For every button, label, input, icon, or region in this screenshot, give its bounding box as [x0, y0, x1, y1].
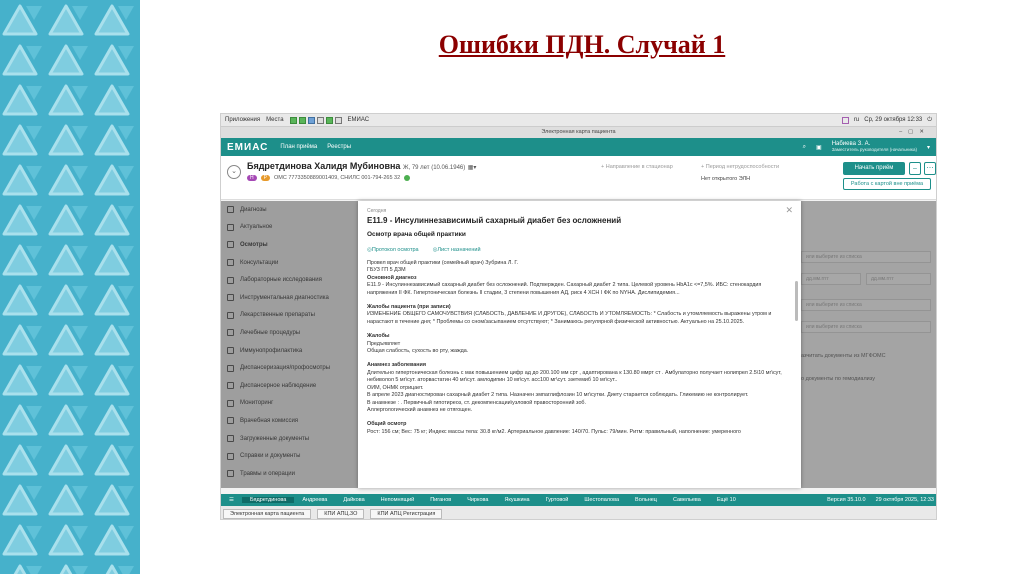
- window-controls[interactable]: –▢✕: [899, 127, 930, 138]
- chevron-down-icon[interactable]: ▾: [927, 144, 930, 151]
- taskbar-window[interactable]: КПИ АПЦ.3О: [317, 508, 365, 519]
- patient-tab[interactable]: Дайкова: [335, 497, 372, 503]
- patient-tab[interactable]: Непомнящий: [373, 497, 423, 503]
- referral-link[interactable]: + Направление в стационар: [601, 164, 673, 170]
- patient-tab[interactable]: Бядретдинова: [241, 497, 295, 503]
- os-top-bar: Приложения Места ЕМИАС ru Ср, 29 октября…: [221, 114, 936, 127]
- user-role: Заместитель руководителя (начальника): [831, 146, 917, 152]
- app-header: ЕМИАС План приёма Реестры ⌕ ▣ Набиева З.…: [221, 138, 936, 156]
- complaints-text: ИЗМЕНЕНИЕ ОБЩЕГО САМОЧУВСТВИЯ (СЛАБОСТЬ,…: [367, 311, 772, 325]
- disability-block: + Период нетрудоспособности Нет открытог…: [701, 164, 779, 182]
- patient-meta: Н Р ОМС 7773350889001409, СНИЛС 001-794-…: [247, 175, 476, 181]
- collapse-patient-button[interactable]: ⌄: [227, 165, 241, 179]
- patient-header: ⌄ Бядретдинова Халидя Мубиновна Ж, 79 ле…: [221, 156, 936, 200]
- os-menu-places[interactable]: Места: [266, 117, 283, 123]
- app-version: Версия 35.10.0: [827, 497, 866, 503]
- anamnesis-line: В анамнезе : . Первичный гипотиреоз, ст.…: [367, 399, 587, 406]
- nav-appointment-plan[interactable]: План приёма: [280, 144, 317, 150]
- patient-tab[interactable]: Савельева: [665, 497, 709, 503]
- os-app-name[interactable]: ЕМИАС: [348, 117, 370, 123]
- doctor-line: Провел врач общей практики (семейный вра…: [367, 260, 519, 266]
- start-appointment-button[interactable]: Начать приём: [843, 162, 905, 175]
- anamnesis-line: ОИМ, ОНМК отрицает.: [367, 384, 424, 391]
- examination-modal: ✕ Сегодня E11.9 - Инсулиннезависимый сах…: [358, 201, 801, 488]
- modal-links: Протокол осмотра Лист назначений: [367, 247, 792, 253]
- complaints2-heading: Жалобы: [367, 333, 390, 340]
- os-datetime: Ср, 29 октября 12:33: [864, 117, 923, 123]
- patient-policy: ОМС 7773350889001409, СНИЛС 001-794-265 …: [273, 175, 401, 181]
- power-icon[interactable]: ⏻: [927, 117, 932, 124]
- triangle-pattern: [0, 0, 140, 574]
- work-outside-appointment-button[interactable]: Работа с картой вне приёма: [843, 178, 931, 190]
- close-icon[interactable]: ✕: [785, 205, 793, 216]
- briefcase-icon[interactable]: ▣: [816, 144, 822, 151]
- modal-diagnosis: E11.9 - Инсулиннезависимый сахарный диаб…: [367, 216, 622, 225]
- nav-registers[interactable]: Реестры: [327, 144, 351, 150]
- window-titlebar: Электронная карта пациента –▢✕: [221, 127, 936, 138]
- locale-indicator[interactable]: ru: [854, 117, 859, 123]
- patient-tab[interactable]: Андреева: [294, 497, 335, 503]
- app-datetime: 29 октября 2025, 12:33: [875, 497, 934, 503]
- main-content: Диагнозы Актуальное Осмотры Консультации…: [221, 201, 936, 488]
- patient-tag: Н: [247, 175, 257, 181]
- emias-logo: ЕМИАС: [227, 141, 269, 153]
- user-menu[interactable]: Набиева З. А. Заместитель руководителя (…: [832, 141, 917, 153]
- taskbar-window[interactable]: Электронная карта пациента: [223, 508, 312, 519]
- search-icon[interactable]: ⌕: [803, 144, 806, 151]
- os-menu-apps[interactable]: Приложения: [225, 117, 260, 123]
- patient-tab[interactable]: Вольнец: [627, 497, 665, 503]
- anamnesis-text: Длительно гипертоническая болезнь с мак …: [367, 369, 782, 384]
- anamnesis-heading: Анамнез заболевания: [367, 362, 426, 369]
- anamnesis-line: В апреле 2023 диагностирован сахарный ди…: [367, 392, 749, 399]
- disability-status: Нет открытого ЭЛН: [701, 176, 751, 182]
- decorative-triangle-band: [0, 0, 140, 574]
- keyboard-icon[interactable]: [841, 116, 849, 124]
- qr-icon[interactable]: ▦▾: [468, 165, 477, 171]
- exam-heading: Общий осмотр: [367, 421, 407, 428]
- orders-link[interactable]: Лист назначений: [433, 247, 480, 253]
- main-diagnosis-text: E11.9 - Инсулиннезависимый сахарный диаб…: [367, 282, 762, 296]
- minimize-button[interactable]: –: [909, 162, 921, 175]
- complaints2-line: Общая слабость, сухость во рту, жажда.: [367, 348, 469, 355]
- menu-icon[interactable]: ☰: [221, 497, 242, 503]
- taskbar-window[interactable]: КПИ АПЦ Регистрация: [370, 508, 443, 519]
- more-tabs[interactable]: Ещё 10: [709, 497, 744, 503]
- emias-screenshot: Приложения Места ЕМИАС ru Ср, 29 октября…: [220, 113, 937, 520]
- complaints2-line: Предъявляет: [367, 340, 401, 347]
- patient-tabs-bar: ☰ Бядретдинова Андреева Дайкова Непомнящ…: [221, 494, 936, 506]
- more-button[interactable]: ⋯: [924, 162, 936, 175]
- patient-tab[interactable]: Чиркова: [459, 497, 496, 503]
- modal-subtitle: Осмотр врача общей практики: [367, 231, 466, 238]
- complaints-heading: Жалобы пациента (при записи): [367, 304, 451, 311]
- modal-body: Провел врач общей практики (семейный вра…: [367, 260, 792, 436]
- patient-name-line: Бядретдинова Халидя Мубиновна Ж, 79 лет …: [247, 161, 476, 171]
- verified-icon: [404, 175, 411, 181]
- patient-tag: Р: [260, 175, 270, 181]
- window-title: Электронная карта пациента: [541, 129, 616, 135]
- patient-tab[interactable]: Якушкина: [496, 497, 537, 503]
- os-launcher-icons[interactable]: [289, 116, 342, 124]
- disability-link[interactable]: + Период нетрудоспособности: [701, 164, 779, 170]
- patient-tab[interactable]: Шестопалова: [576, 497, 627, 503]
- slide-title: Ошибки ПДН. Случай 1: [438, 30, 726, 59]
- modal-scrollbar[interactable]: [795, 281, 798, 321]
- anamnesis-line: Аллергологический анамнез не отягощен.: [367, 406, 473, 413]
- modal-date: Сегодня: [367, 208, 387, 214]
- patient-tab[interactable]: Пиганов: [422, 497, 459, 503]
- patient-tab[interactable]: Гуртовой: [538, 497, 577, 503]
- os-bottom-taskbar: Электронная карта пациента КПИ АПЦ.3О КП…: [221, 506, 936, 519]
- org-line: ГБУЗ ГП 5 ДЗМ: [367, 267, 406, 274]
- patient-name: Бядретдинова Халидя Мубиновна: [247, 161, 401, 171]
- protocol-link[interactable]: Протокол осмотра: [367, 247, 419, 253]
- patient-details: Ж, 79 лет (10.06.1946): [402, 165, 466, 171]
- exam-text: Рост: 156 см; Вес: 75 кг; Индекс массы т…: [367, 428, 741, 435]
